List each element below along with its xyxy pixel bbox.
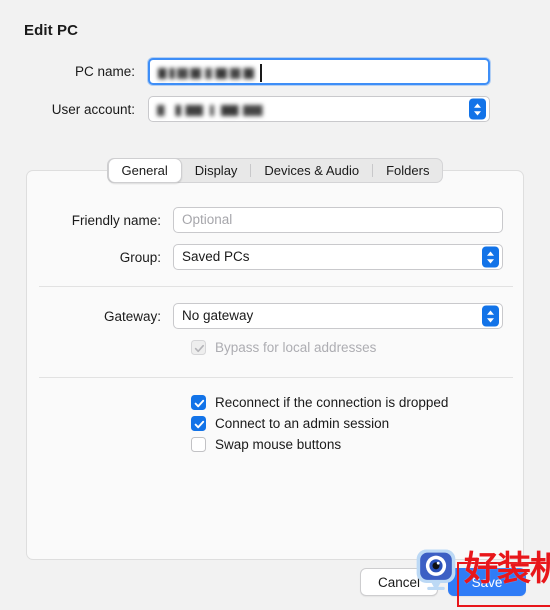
admin-session-checkbox[interactable] xyxy=(191,416,206,431)
divider-above-options xyxy=(39,377,513,378)
top-form: PC name: User account: xyxy=(0,58,550,133)
group-selected-value: Saved PCs xyxy=(182,249,250,264)
bypass-local-label: Bypass for local addresses xyxy=(215,340,377,355)
tab-general[interactable]: General xyxy=(107,158,182,183)
user-account-field-wrap xyxy=(148,96,490,122)
tab-bar-inner: General Display Devices & Audio Folders xyxy=(106,158,444,183)
user-account-row: User account: xyxy=(0,96,550,122)
connection-options-group: Reconnect if the connection is dropped C… xyxy=(191,395,525,452)
gateway-selected-value: No gateway xyxy=(182,308,254,323)
swap-mouse-option-row[interactable]: Swap mouse buttons xyxy=(191,437,525,452)
friendly-name-placeholder: Optional xyxy=(182,212,233,227)
friendly-name-field-wrap: Optional xyxy=(173,207,503,233)
gateway-select[interactable]: No gateway xyxy=(173,303,503,329)
tab-display[interactable]: Display xyxy=(182,158,251,183)
swap-mouse-label: Swap mouse buttons xyxy=(215,437,342,452)
user-account-redacted-value xyxy=(157,104,267,116)
tab-folders[interactable]: Folders xyxy=(373,158,442,183)
user-account-label: User account: xyxy=(51,101,135,117)
pc-name-redacted-value xyxy=(158,67,254,79)
admin-session-option-row[interactable]: Connect to an admin session xyxy=(191,416,525,431)
reconnect-label: Reconnect if the connection is dropped xyxy=(215,395,449,410)
user-account-select[interactable] xyxy=(148,96,490,122)
page-title: Edit PC xyxy=(24,22,79,39)
bypass-local-row[interactable]: Bypass for local addresses xyxy=(191,340,525,355)
text-caret xyxy=(260,64,262,82)
chevron-up-down-icon[interactable] xyxy=(482,246,499,268)
pc-name-field-wrap xyxy=(148,58,490,85)
group-label: Group: xyxy=(119,249,161,265)
cancel-button[interactable]: Cancel xyxy=(360,568,438,596)
pc-name-label: PC name: xyxy=(74,64,135,79)
group-field-wrap: Saved PCs xyxy=(173,244,503,270)
group-select[interactable]: Saved PCs xyxy=(173,244,503,270)
chevron-up-down-icon[interactable] xyxy=(482,305,499,327)
tab-bar: General Display Devices & Audio Folders xyxy=(0,158,550,183)
friendly-name-row: Friendly name: Optional xyxy=(27,207,525,233)
gateway-row: Gateway: No gateway xyxy=(27,303,525,329)
chevron-up-down-icon[interactable] xyxy=(469,98,486,120)
pc-name-input[interactable] xyxy=(148,58,490,85)
swap-mouse-checkbox[interactable] xyxy=(191,437,206,452)
save-button[interactable]: Save xyxy=(448,568,526,596)
gateway-label: Gateway: xyxy=(103,308,161,324)
group-row: Group: Saved PCs xyxy=(27,244,525,270)
tab-devices-audio[interactable]: Devices & Audio xyxy=(251,158,372,183)
reconnect-checkbox[interactable] xyxy=(191,395,206,410)
divider-above-gateway xyxy=(39,286,513,287)
bypass-local-checkbox[interactable] xyxy=(191,340,206,355)
friendly-name-input[interactable]: Optional xyxy=(173,207,503,233)
friendly-name-label: Friendly name: xyxy=(71,212,161,228)
general-tab-panel: Friendly name: Optional Group: Saved PCs xyxy=(26,170,524,560)
gateway-field-wrap: No gateway xyxy=(173,303,503,329)
pc-name-row: PC name: xyxy=(0,58,550,85)
admin-session-label: Connect to an admin session xyxy=(215,416,390,431)
dialog-footer: Cancel Save xyxy=(360,568,526,596)
general-panel-form: Friendly name: Optional Group: Saved PCs xyxy=(27,207,525,458)
reconnect-option-row[interactable]: Reconnect if the connection is dropped xyxy=(191,395,525,410)
